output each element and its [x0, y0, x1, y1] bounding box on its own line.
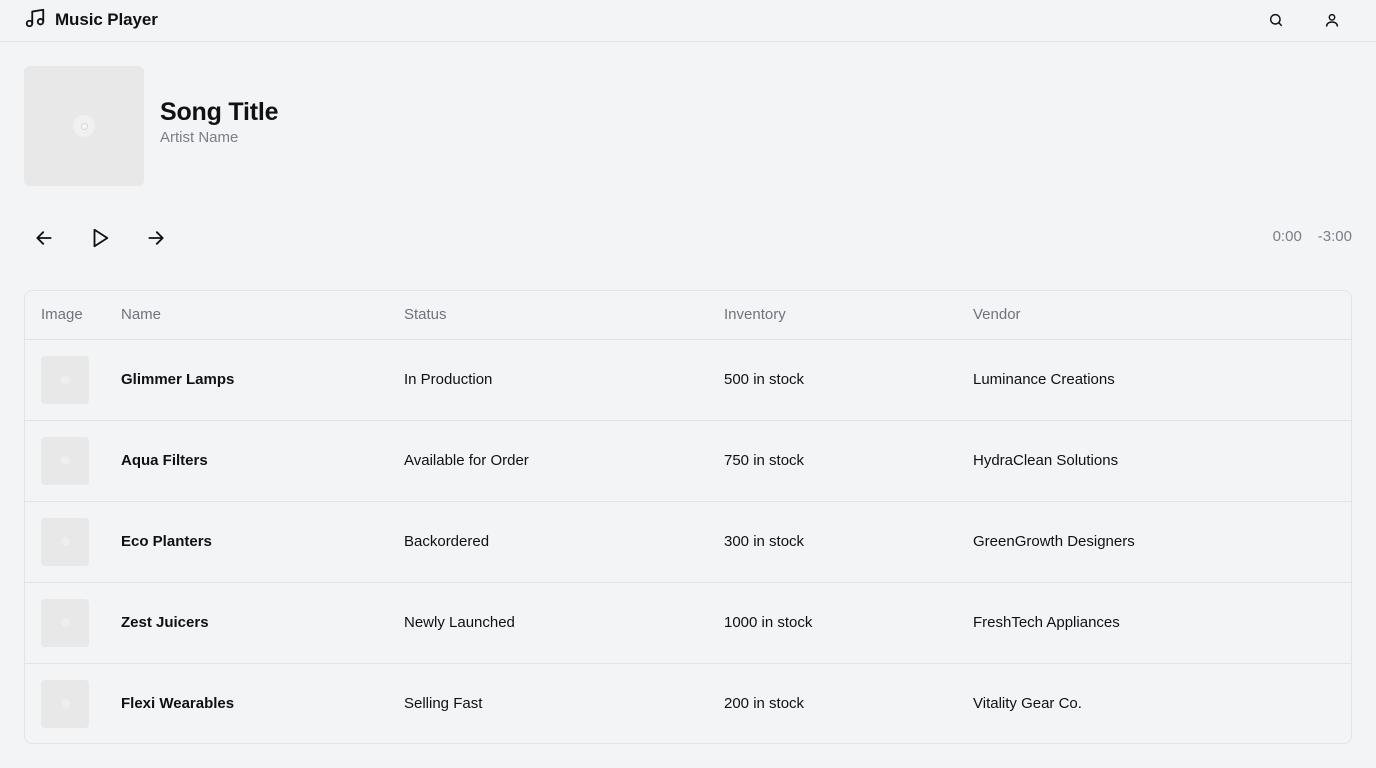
product-status: In Production [404, 339, 724, 421]
table-row[interactable]: Aqua Filters Available for Order 750 in … [25, 420, 1351, 502]
user-icon[interactable] [1323, 11, 1341, 29]
table-row[interactable]: Flexi Wearables Selling Fast 200 in stoc… [25, 663, 1351, 743]
arrow-right-icon [148, 231, 164, 245]
column-header-inventory: Inventory [724, 291, 973, 340]
product-inventory: 500 in stock [724, 339, 973, 421]
brand: Music Player [24, 7, 158, 34]
time-display: 0:00 -3:00 [1273, 228, 1352, 245]
play-button[interactable] [80, 222, 120, 254]
product-vendor: GreenGrowth Designers [973, 501, 1351, 583]
product-status: Available for Order [404, 420, 724, 502]
product-name: Zest Juicers [121, 582, 404, 664]
product-thumbnail [41, 355, 89, 404]
table-row[interactable]: Eco Planters Backordered 300 in stock Gr… [25, 501, 1351, 583]
now-playing: Song Title Artist Name [24, 66, 279, 186]
product-name: Glimmer Lamps [121, 339, 404, 421]
arrow-left-icon [36, 231, 52, 245]
artist-name: Artist Name [160, 129, 239, 146]
product-status: Backordered [404, 501, 724, 583]
product-inventory: 750 in stock [724, 420, 973, 502]
elapsed-time: 0:00 [1272, 228, 1302, 245]
album-cover [24, 66, 144, 186]
music-note-icon [24, 7, 46, 34]
previous-button[interactable] [24, 222, 64, 254]
product-inventory: 1000 in stock [724, 582, 973, 664]
product-vendor: FreshTech Appliances [973, 582, 1351, 664]
product-vendor: HydraClean Solutions [973, 420, 1351, 502]
remaining-time: -3:00 [1317, 228, 1352, 245]
play-icon [93, 228, 109, 248]
product-thumbnail [41, 598, 89, 647]
product-inventory: 300 in stock [724, 501, 973, 583]
column-header-image: Image [25, 291, 121, 340]
product-vendor: Vitality Gear Co. [973, 695, 1082, 713]
disc-icon [73, 115, 95, 137]
column-header-vendor: Vendor [973, 291, 1351, 340]
next-button[interactable] [136, 222, 176, 254]
product-name: Flexi Wearables [121, 695, 235, 713]
table-row[interactable]: Zest Juicers Newly Launched 1000 in stoc… [25, 582, 1351, 664]
song-title: Song Title [160, 98, 279, 126]
table-row[interactable]: Glimmer Lamps In Production 500 in stock… [25, 339, 1351, 421]
playback-controls [24, 222, 176, 254]
product-vendor: Luminance Creations [973, 339, 1351, 421]
app-header: Music Player [0, 0, 1376, 42]
product-inventory: 200 in stock [724, 695, 805, 713]
product-thumbnail [41, 436, 89, 485]
product-thumbnail [41, 517, 89, 566]
search-icon[interactable] [1267, 11, 1285, 29]
column-header-name: Name [121, 291, 404, 340]
product-thumbnail [41, 679, 89, 728]
product-status: Newly Launched [404, 582, 724, 664]
table-header-row: Image Name Status Inventory Vendor [25, 291, 1351, 340]
app-title: Music Player [55, 10, 158, 29]
product-name: Eco Planters [121, 501, 404, 583]
product-table: Image Name Status Inventory Vendor Glimm… [24, 290, 1352, 744]
product-name: Aqua Filters [121, 420, 404, 502]
track-meta: Song Title Artist Name [160, 98, 279, 146]
column-header-status: Status [404, 291, 724, 340]
product-status: Selling Fast [404, 695, 483, 713]
